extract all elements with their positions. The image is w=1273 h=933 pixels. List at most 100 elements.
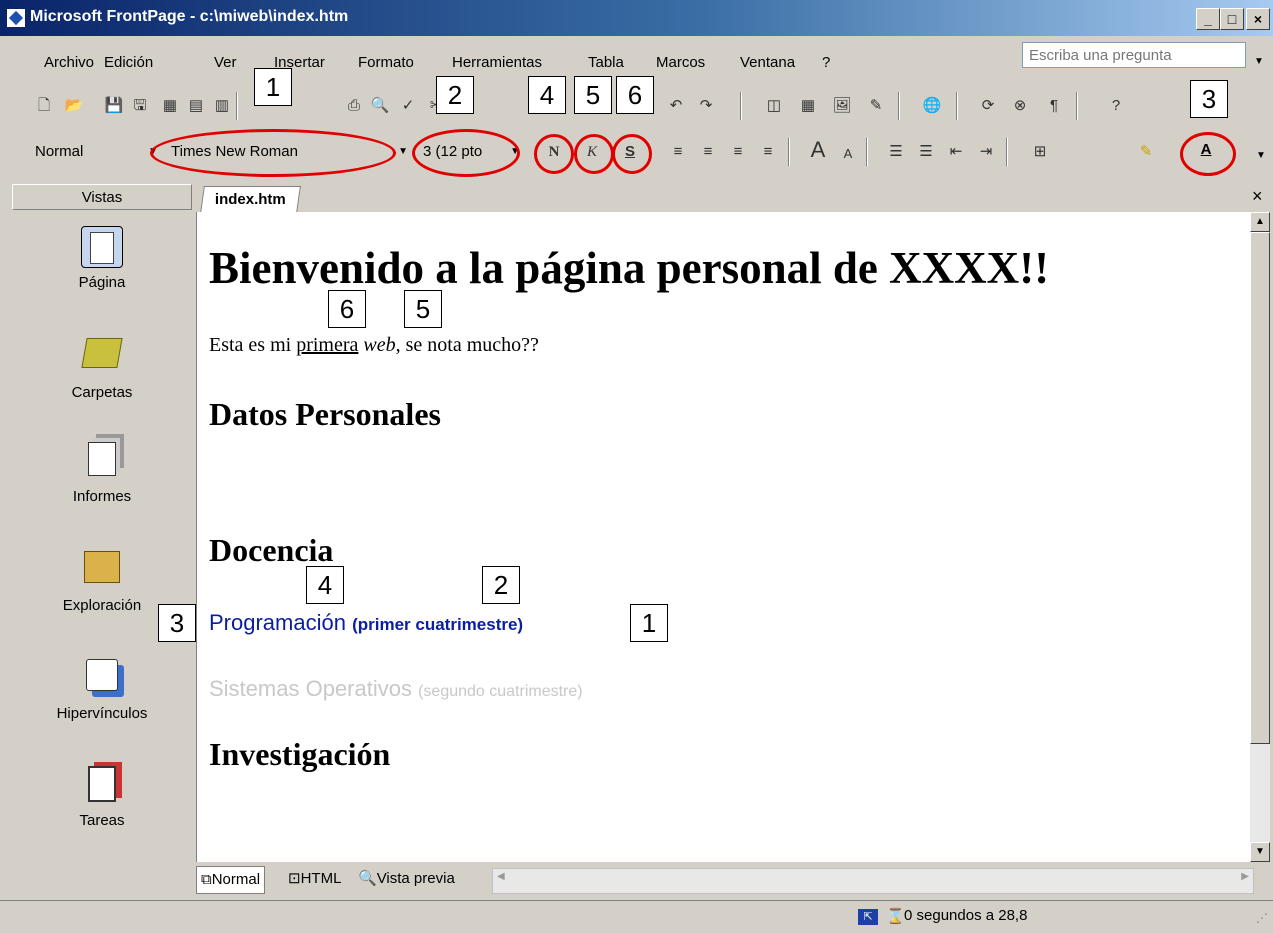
decrease-font-icon[interactable]: A [838,144,858,164]
publish-icon[interactable]: 🖫 [130,96,150,116]
style-select[interactable]: Normal ▼ [30,140,160,164]
title-bar: Microsoft FrontPage - c:\miweb\index.htm… [0,0,1273,36]
course-programacion-detail: (primer cuatrimestre) [352,615,524,634]
chevron-down-icon: ▼ [398,146,408,157]
open-icon[interactable]: 📂 [64,96,84,116]
intro-text-end: , se nota mucho?? [395,334,539,356]
print-icon[interactable]: ⎙ [344,96,364,116]
view-tasks-label: Tareas [79,812,125,829]
navigation-icon [82,551,122,591]
resize-grip-icon[interactable]: ⋰ [1256,911,1268,925]
maximize-button[interactable]: □ [1220,8,1244,30]
bulleted-list-icon[interactable]: ☰ [916,142,936,162]
menu-marcos[interactable]: Marcos [656,54,705,71]
web-component-icon[interactable]: ▦ [160,96,180,116]
close-document-icon[interactable]: × [1252,186,1263,207]
course-sistemas-name: Sistemas Operativos [209,676,412,701]
borders-icon[interactable]: ⊞ [1030,142,1050,162]
callout-color-toolbar: 3 [1190,80,1228,118]
save-icon[interactable]: 💾 [104,96,124,116]
new-page-icon[interactable]: 🗋 [34,96,54,116]
show-all-pilcrow-icon[interactable]: ¶ [1044,96,1064,116]
tab-normal[interactable]: ⧉Normal [196,866,266,894]
callout-underline-toolbar: 6 [616,76,654,114]
intro-paragraph: Esta es mi primera web, se nota mucho?? [209,334,539,357]
connection-icon: ⇱ [858,909,878,925]
view-reports-label: Informes [72,488,132,505]
insert-picture-icon[interactable]: 🖼 [832,96,852,116]
scroll-left-icon[interactable]: ◀ [497,871,505,882]
help-icon[interactable]: ? [1106,96,1126,116]
menu-help[interactable]: ? [822,54,830,71]
align-center-icon[interactable]: ≡ [698,142,718,162]
menu-tabla[interactable]: Tabla [588,54,624,71]
table-icon[interactable]: ▤ [186,96,206,116]
intro-italic-word: web [363,334,396,356]
highlight-icon[interactable]: ✎ [1136,142,1156,162]
close-button[interactable]: × [1246,8,1270,30]
layers-icon[interactable]: ▥ [212,96,232,116]
annotation-circle-italic [574,134,614,174]
views-pane: Página Carpetas Informes Exploración Hip… [12,210,192,900]
vertical-scrollbar[interactable]: ▲ ▼ [1250,212,1270,862]
drawing-icon[interactable]: ✎ [866,96,886,116]
tab-html[interactable]: ⊡HTML [284,866,345,892]
numbered-list-icon[interactable]: ☰ [886,142,906,162]
annotation-circle-color [1180,132,1236,176]
horizontal-scrollbar[interactable]: ◀ ▶ [492,868,1254,894]
increase-indent-icon[interactable]: ⇥ [976,142,996,162]
increase-font-icon[interactable]: A [808,139,828,161]
course-programacion: Programación (primer cuatrimestre) [209,610,523,636]
minimize-button[interactable]: _ [1196,8,1220,30]
view-hyperlinks[interactable]: Hipervínculos [12,654,192,722]
align-right-icon[interactable]: ≡ [728,142,748,162]
tab-vista-previa[interactable]: 🔍Vista previa [354,866,459,892]
view-folders[interactable]: Carpetas [12,332,192,401]
course-sistemas-detail: (segundo cuatrimestre) [418,683,583,700]
justify-icon[interactable]: ≡ [758,142,778,162]
style-value: Normal [35,143,84,160]
decrease-indent-icon[interactable]: ⇤ [946,142,966,162]
html-view-icon: ⊡ [288,870,301,887]
scroll-up-icon[interactable]: ▲ [1250,212,1270,232]
menu-ver[interactable]: Ver [214,54,237,71]
refresh-icon[interactable]: ⟳ [978,96,998,116]
callout-bold-toolbar: 4 [528,76,566,114]
toolbar-separator [956,92,958,120]
redo-icon[interactable]: ↷ [696,96,716,116]
section-datos-personales: Datos Personales [209,396,441,432]
tab-normal-label: Normal [211,871,261,888]
callout-italic-toolbar: 5 [574,76,612,114]
view-hyperlinks-label: Hipervínculos [56,705,148,722]
menu-edicion[interactable]: Edición [104,54,153,71]
menu-ventana[interactable]: Ventana [740,54,795,71]
view-reports[interactable]: Informes [12,438,192,505]
scroll-right-icon[interactable]: ▶ [1241,871,1249,882]
toolbar-options-chevron-icon[interactable]: ▼ [1256,150,1266,161]
ask-question-input[interactable]: Escriba una pregunta [1022,42,1246,68]
menu-formato[interactable]: Formato [358,54,414,71]
insert-table-icon[interactable]: ▦ [798,96,818,116]
menu-herramientas[interactable]: Herramientas [452,54,542,71]
align-left-icon[interactable]: ≡ [668,142,688,162]
web-component-icon[interactable]: ◫ [764,96,784,116]
callout-font-toolbar: 1 [254,68,292,106]
print-preview-icon[interactable]: 🔍 [370,96,390,116]
view-page[interactable]: Página [12,226,192,291]
scroll-down-icon[interactable]: ▼ [1250,842,1270,862]
undo-icon[interactable]: ↶ [666,96,686,116]
toolbar-separator [1006,138,1008,166]
stop-icon[interactable]: ⊗ [1010,96,1030,116]
tasks-icon [82,766,122,806]
frontpage-app-icon [6,8,26,28]
menu-archivo[interactable]: Archivo [44,54,94,71]
toolbar-separator [788,138,790,166]
section-investigacion: Investigación [209,736,391,772]
view-tasks[interactable]: Tareas [12,762,192,829]
scrollbar-thumb[interactable] [1250,232,1270,744]
hyperlink-icon[interactable]: 🌐 [922,96,942,116]
ask-dropdown-arrow-icon[interactable]: ▼ [1254,56,1264,67]
spelling-icon[interactable]: ✓ [398,96,418,116]
tab-index-htm[interactable]: index.htm [200,186,301,213]
preview-view-icon: 🔍 [358,870,377,887]
